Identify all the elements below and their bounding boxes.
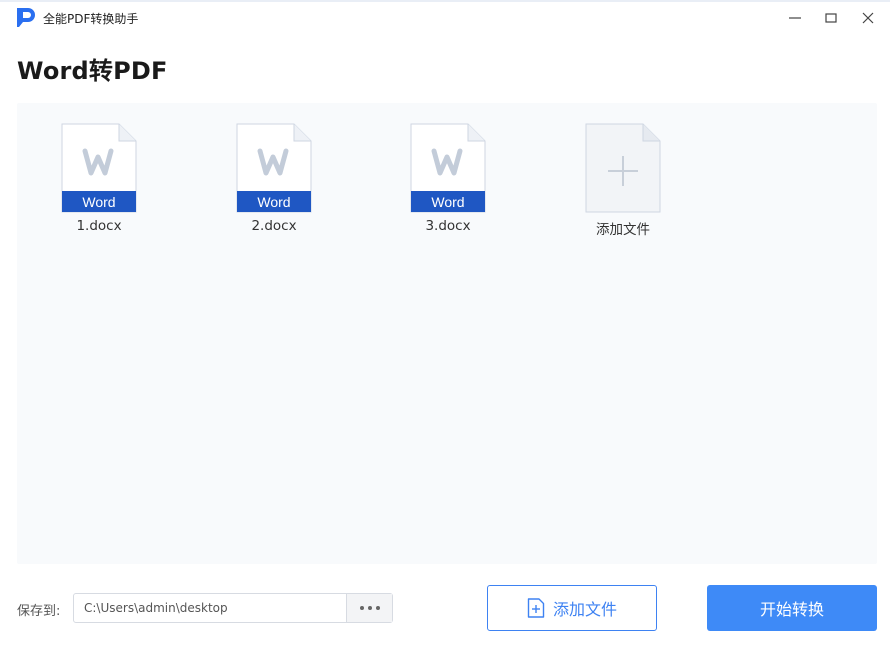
file-list-area: Word 1.docx Word 2.docx Word 3.docx 添加文件 (17, 103, 877, 564)
more-dots-icon (359, 606, 380, 610)
add-file-button[interactable]: 添加文件 (487, 585, 657, 631)
start-convert-button-label: 开始转换 (759, 600, 824, 619)
word-badge-label: Word (431, 194, 464, 210)
word-badge-label: Word (82, 194, 115, 210)
app-logo-icon (17, 8, 35, 27)
file-item[interactable]: Word 2.docx (219, 123, 329, 243)
browse-folder-button[interactable] (346, 594, 392, 622)
word-file-icon: Word (236, 123, 312, 213)
save-path-value: C:\Users\admin\desktop (84, 601, 228, 615)
add-file-button-label: 添加文件 (552, 600, 617, 619)
maximize-icon (825, 13, 837, 23)
minimize-icon (789, 17, 801, 19)
page-title: Word转PDF (17, 57, 168, 85)
file-item[interactable]: Word 3.docx (393, 123, 503, 243)
file-item[interactable]: Word 1.docx (44, 123, 154, 243)
file-name: 2.docx (251, 218, 297, 234)
add-file-tile-icon (585, 123, 661, 213)
word-file-icon: Word (61, 123, 137, 213)
close-button[interactable] (855, 6, 881, 30)
add-file-tile-label: 添加文件 (596, 222, 650, 238)
word-badge-label: Word (257, 194, 290, 210)
add-file-tile[interactable]: 添加文件 (568, 123, 678, 243)
file-name: 1.docx (76, 218, 122, 234)
start-convert-button[interactable]: 开始转换 (707, 585, 877, 631)
close-icon (862, 12, 874, 24)
file-plus-icon (527, 598, 545, 618)
file-name: 3.docx (425, 218, 471, 234)
word-file-icon: Word (410, 123, 486, 213)
minimize-button[interactable] (782, 6, 808, 30)
maximize-button[interactable] (818, 6, 844, 30)
title-bar: 全能PDF转换助手 (0, 0, 890, 32)
save-to-label: 保存到: (17, 604, 61, 619)
window-title: 全能PDF转换助手 (43, 12, 139, 26)
save-path-field[interactable]: C:\Users\admin\desktop (73, 593, 393, 623)
